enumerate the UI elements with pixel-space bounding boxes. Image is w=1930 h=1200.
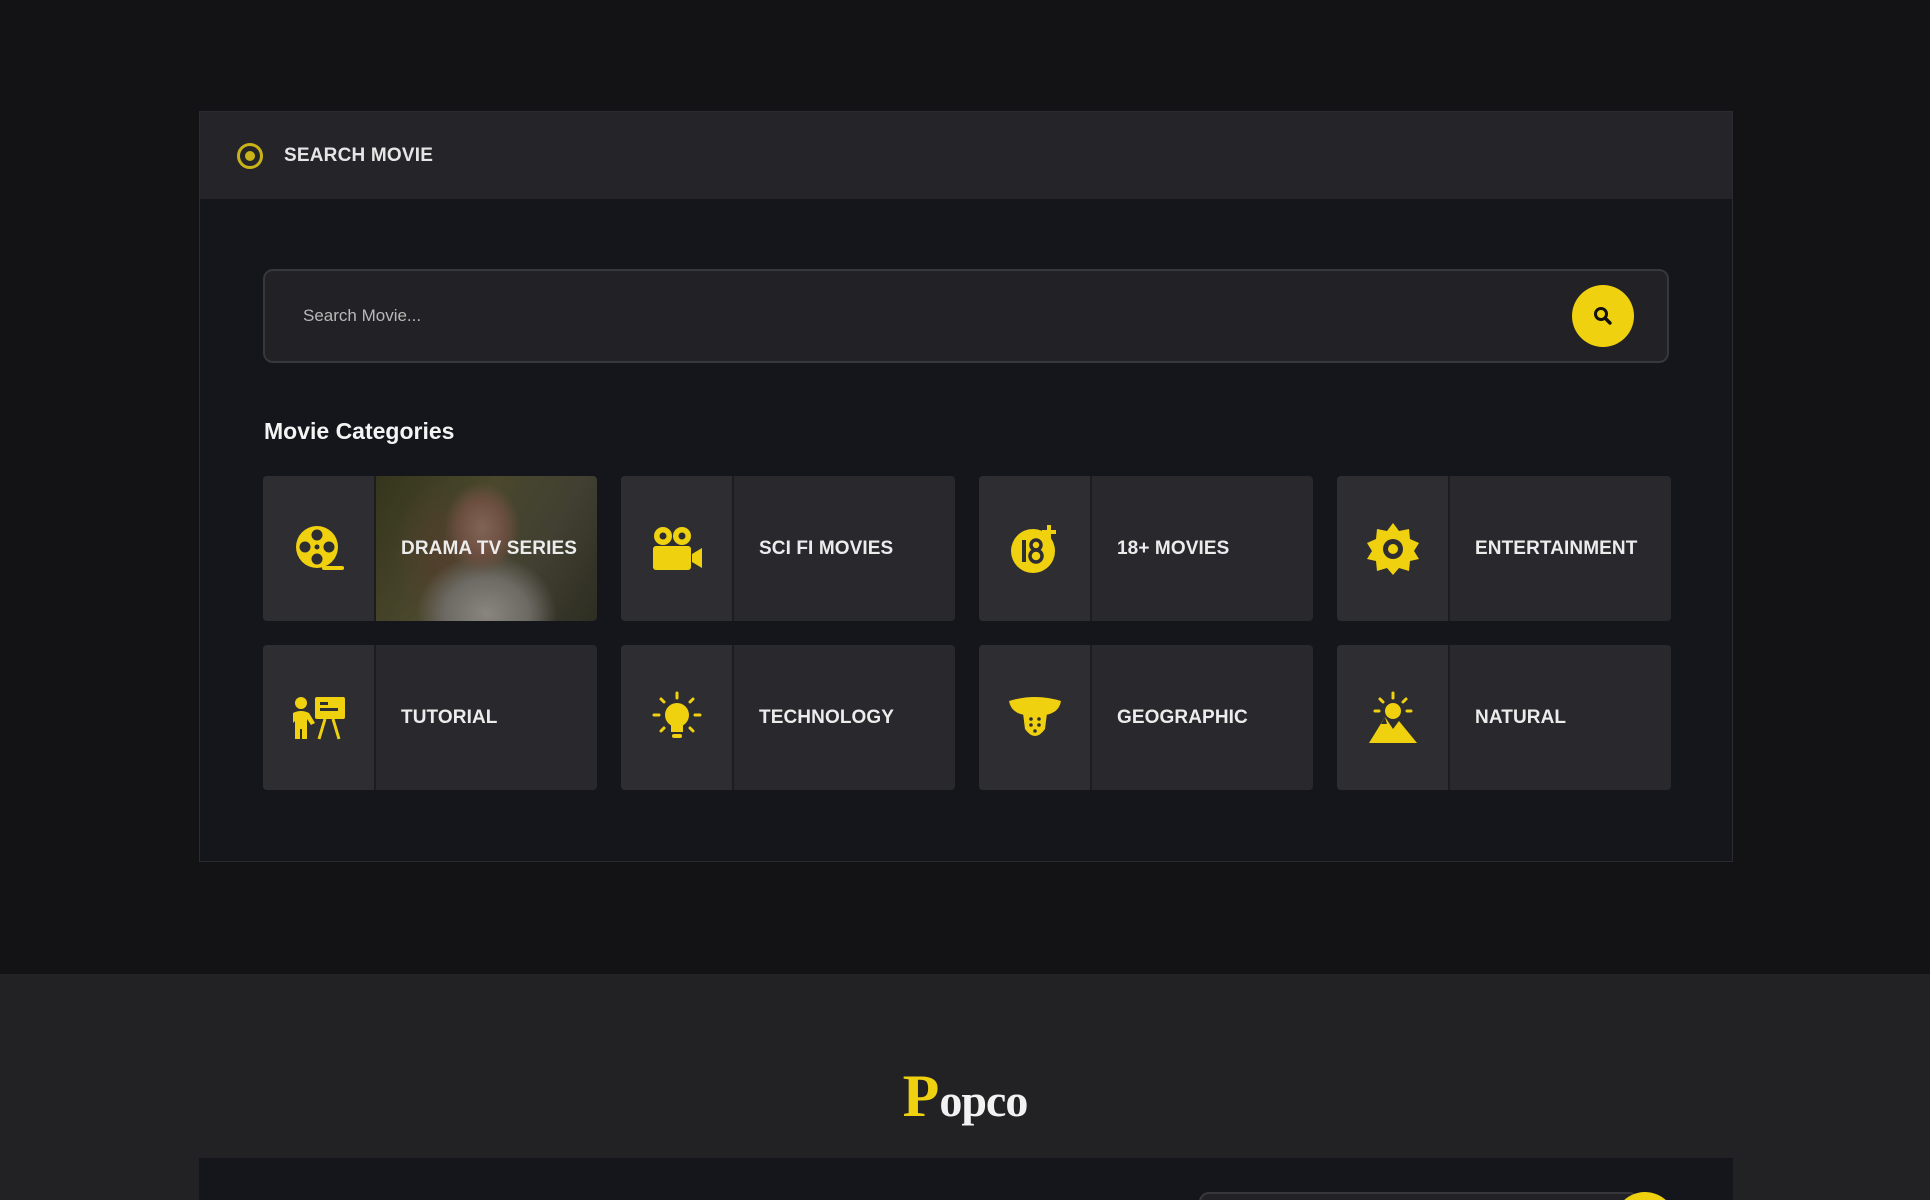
category-card-tutorial[interactable]: TUTORIAL <box>263 645 597 790</box>
mouth-tongue-icon <box>1008 696 1061 736</box>
footer-search-box[interactable] <box>1199 1192 1639 1200</box>
gear-icon <box>1366 522 1419 575</box>
target-icon <box>237 142 263 169</box>
search-input[interactable] <box>265 271 1572 361</box>
site-logo[interactable]: Popco <box>0 1066 1930 1126</box>
category-label: 18+ MOVIES <box>1117 537 1230 559</box>
search-button[interactable] <box>1572 285 1634 347</box>
search-box <box>263 269 1669 363</box>
category-label: NATURAL <box>1475 706 1567 728</box>
category-card-drama[interactable]: DRAMA TV SERIES <box>263 476 597 621</box>
age-18-plus-icon <box>1010 524 1056 573</box>
logo-first-letter: P <box>902 1063 940 1129</box>
logo-rest: opco <box>939 1075 1028 1126</box>
sun-mountain-icon <box>1368 691 1417 743</box>
category-card-natural[interactable]: NATURAL <box>1337 645 1671 790</box>
footer-section: Popco <box>0 974 1930 1200</box>
category-label: SCI FI MOVIES <box>759 537 894 559</box>
category-card-18-plus[interactable]: 18+ MOVIES <box>979 476 1313 621</box>
categories-heading: Movie Categories <box>264 418 455 444</box>
panel-title: SEARCH MOVIE <box>284 144 434 166</box>
category-card-technology[interactable]: TECHNOLOGY <box>621 645 955 790</box>
movie-camera-icon <box>652 526 702 570</box>
category-card-geographic[interactable]: GEOGRAPHIC <box>979 645 1313 790</box>
footer-panel <box>199 1158 1733 1200</box>
film-reel-icon <box>295 525 344 570</box>
category-card-sci-fi[interactable]: SCI FI MOVIES <box>621 476 955 621</box>
light-bulb-icon <box>652 691 701 738</box>
category-label: TUTORIAL <box>401 706 498 728</box>
search-icon <box>1594 307 1612 325</box>
page: SEARCH MOVIE Movie Categories <box>0 0 1930 1200</box>
panel-header: SEARCH MOVIE <box>200 112 1732 199</box>
category-label: GEOGRAPHIC <box>1117 706 1248 728</box>
teacher-board-icon <box>292 696 345 739</box>
category-label: ENTERTAINMENT <box>1475 537 1638 559</box>
category-card-entertainment[interactable]: ENTERTAINMENT <box>1337 476 1671 621</box>
category-label: TECHNOLOGY <box>759 706 895 728</box>
category-label: DRAMA TV SERIES <box>401 537 578 559</box>
search-movie-panel: SEARCH MOVIE Movie Categories <box>199 111 1733 862</box>
categories-grid: DRAMA TV SERIES SCI FI MOVIES 18+ MOVIES… <box>263 476 1671 790</box>
